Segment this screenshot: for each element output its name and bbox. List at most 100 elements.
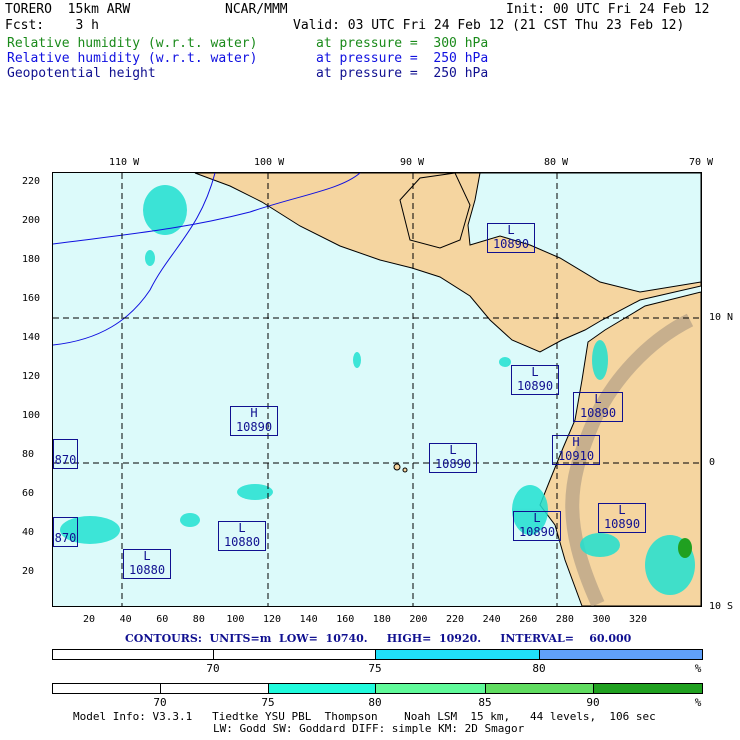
x-tick-label: 40: [119, 614, 132, 625]
field-2-name: Relative humidity (w.r.t. water): [7, 51, 258, 66]
x-tick-label: 100: [226, 614, 245, 625]
colorbar-label: 75: [368, 662, 382, 675]
colorbar-segment: [376, 684, 486, 693]
colorbar-label: %: [694, 696, 702, 709]
low-pressure-label: L 10880: [218, 521, 266, 551]
label-value: 10890: [603, 517, 641, 531]
field-1-level: at pressure = 300 hPa: [316, 36, 489, 51]
x-tick-label: 160: [336, 614, 355, 625]
field-3-level: at pressure = 250 hPa: [316, 66, 489, 81]
colorbar-segment: [161, 684, 269, 693]
label-type: [54, 518, 77, 532]
label-type: L: [531, 365, 539, 379]
model-title: TORERO 15km ARW: [5, 2, 131, 17]
colorbar-segment: [53, 650, 214, 659]
y-tick-label: 80: [22, 449, 35, 460]
x-tick-label: 200: [409, 614, 428, 625]
label-type: [54, 440, 77, 454]
high-pressure-label: H 10890: [230, 406, 278, 436]
label-value: 10890: [492, 237, 530, 251]
init-time: Init: 00 UTC Fri 24 Feb 12: [506, 2, 710, 17]
galapagos: [402, 467, 408, 473]
x-tick-label: 20: [83, 614, 96, 625]
colorbar-segment: [594, 684, 703, 693]
lon-label: 80 W: [544, 157, 569, 168]
lon-label: 70 W: [689, 157, 714, 168]
galapagos: [393, 463, 401, 471]
low-pressure-label: L 10890: [429, 443, 477, 473]
label-value: 10880: [223, 535, 261, 549]
lon-label: 110 W: [109, 157, 140, 168]
label-type: H: [572, 435, 580, 449]
x-tick-label: 120: [263, 614, 282, 625]
colorbar-label: 70: [206, 662, 220, 675]
low-pressure-label: L 10890: [487, 223, 535, 253]
low-pressure-label: L 10890: [511, 365, 559, 395]
lon-label: 100 W: [254, 157, 285, 168]
colorbar-label: %: [694, 662, 702, 675]
colorbar-label: 90: [586, 696, 600, 709]
map-canvas: [53, 173, 701, 606]
field-1-name: Relative humidity (w.r.t. water): [7, 36, 258, 51]
y-tick-label: 40: [22, 527, 35, 538]
label-type: L: [143, 549, 151, 563]
valid-time: Valid: 03 UTC Fri 24 Feb 12 (21 CST Thu …: [293, 18, 685, 33]
x-tick-label: 220: [446, 614, 465, 625]
label-type: L: [507, 223, 515, 237]
weather-map: L 10890 L 10890 L 10890 H 10890 H 10910 L 10890 870 L…: [52, 172, 702, 607]
label-type: L: [594, 392, 602, 406]
field-2-level: at pressure = 250 hPa: [316, 51, 489, 66]
lat-label: 0: [709, 457, 716, 468]
colorbar-rh-250: [52, 649, 703, 660]
label-value: 10890: [579, 406, 617, 420]
label-value: 870: [54, 453, 77, 467]
physics-info: LW: Godd SW: Goddard DIFF: simple KM: 2D…: [213, 722, 525, 735]
colorbar-label: 80: [532, 662, 546, 675]
org-label: NCAR/MMM: [225, 2, 288, 17]
label-type: L: [618, 503, 626, 517]
forecast-hour: Fcst: 3 h: [5, 18, 99, 33]
low-pressure-label: L 10880: [123, 549, 171, 579]
label-type: L: [238, 521, 246, 535]
lat-label: 10 S: [709, 601, 734, 612]
colorbar-segment: [486, 684, 594, 693]
x-tick-label: 280: [555, 614, 574, 625]
colorbar-label: 85: [478, 696, 492, 709]
low-pressure-label: L 10890: [513, 511, 561, 541]
lon-label: 90 W: [400, 157, 425, 168]
x-tick-label: 60: [156, 614, 169, 625]
high-pressure-label: H 10910: [552, 435, 600, 465]
lat-label: 10 N: [709, 312, 734, 323]
colorbar-rh-300: [52, 683, 703, 694]
field-3-name: Geopotential height: [7, 66, 156, 81]
colorbar-label: 80: [368, 696, 382, 709]
contour-info: CONTOURS: UNITS=m LOW= 10740. HIGH= 1092…: [125, 632, 632, 645]
colorbar-segment: [269, 684, 376, 693]
low-pressure-label: L 10890: [598, 503, 646, 533]
colorbar-segment: [214, 650, 376, 659]
y-tick-label: 100: [22, 410, 41, 421]
y-tick-label: 180: [22, 254, 41, 265]
y-tick-label: 140: [22, 332, 41, 343]
label-value: 870: [54, 531, 77, 545]
colorbar-segment: [53, 684, 161, 693]
y-tick-label: 60: [22, 488, 35, 499]
label-type: L: [533, 511, 541, 525]
y-tick-label: 20: [22, 566, 35, 577]
label-value: 10890: [516, 379, 554, 393]
label-value: 10910: [557, 449, 595, 463]
low-pressure-label: 870: [53, 517, 78, 547]
x-tick-label: 320: [629, 614, 648, 625]
y-tick-label: 200: [22, 215, 41, 226]
x-tick-label: 80: [192, 614, 205, 625]
high-humidity-patch: [678, 538, 692, 558]
label-value: 10890: [434, 457, 472, 471]
label-value: 10890: [518, 525, 556, 539]
label-type: H: [250, 406, 258, 420]
colorbar-segment: [376, 650, 540, 659]
colorbar-segment: [540, 650, 703, 659]
low-pressure-label: 870: [53, 439, 78, 469]
label-type: L: [449, 443, 457, 457]
label-value: 10890: [235, 420, 273, 434]
x-tick-label: 180: [372, 614, 391, 625]
